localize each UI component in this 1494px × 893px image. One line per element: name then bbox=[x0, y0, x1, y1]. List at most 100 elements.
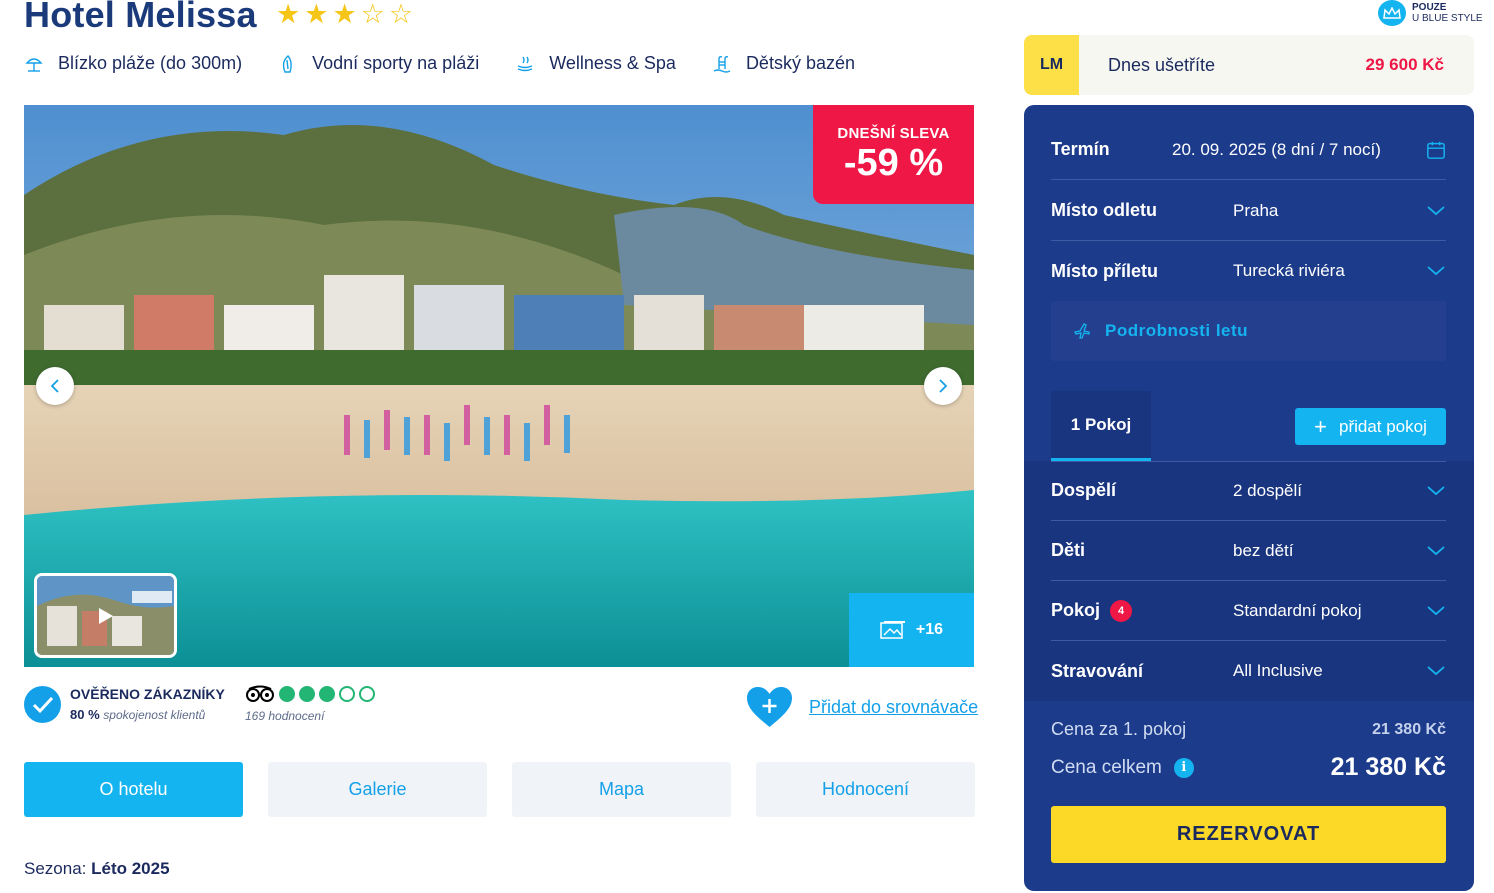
tab-gallery[interactable]: Galerie bbox=[268, 762, 487, 817]
term-row[interactable]: Termín 20. 09. 2025 (8 dní / 7 nocí) bbox=[1051, 120, 1446, 180]
crown-icon bbox=[1378, 0, 1406, 26]
price-total-label: Cena celkem bbox=[1051, 756, 1162, 778]
blue-style-badge: POUZE U BLUE STYLE bbox=[1378, 0, 1483, 26]
flight-details-button[interactable]: Podrobnosti letu bbox=[1051, 301, 1446, 361]
departure-label: Místo odletu bbox=[1051, 200, 1157, 220]
hotel-title: Hotel Melissa bbox=[24, 0, 257, 35]
price-per-room-row: Cena za 1. pokoj 21 380 Kč bbox=[1051, 719, 1446, 740]
chevron-left-icon bbox=[50, 379, 59, 393]
board-value: All Inclusive bbox=[1233, 661, 1323, 680]
chevron-down-icon bbox=[1426, 266, 1446, 276]
tab-map[interactable]: Mapa bbox=[512, 762, 731, 817]
calendar-icon[interactable] bbox=[1426, 139, 1446, 161]
flight-details-label: Podrobnosti letu bbox=[1105, 321, 1249, 340]
image-icon bbox=[880, 621, 905, 639]
gallery-next-button[interactable] bbox=[924, 367, 962, 405]
add-room-button[interactable]: + přidat pokoj bbox=[1295, 408, 1446, 445]
compare-widget[interactable]: Přidat do srovnávače bbox=[746, 686, 978, 728]
hotel-gallery[interactable]: DNEŠNÍ SLEVA -59 % +16 bbox=[24, 105, 974, 667]
feature-kids-pool: Dětský bazén bbox=[712, 53, 855, 74]
lm-label: Dnes ušetříte bbox=[1108, 54, 1216, 75]
board-select[interactable]: Stravování All Inclusive bbox=[1051, 641, 1446, 701]
feature-wellness: Wellness & Spa bbox=[515, 53, 676, 74]
info-icon[interactable]: i bbox=[1173, 757, 1194, 778]
adults-select[interactable]: Dospělí 2 dospělí bbox=[1051, 461, 1446, 521]
video-preview-image bbox=[37, 576, 174, 655]
room-label-text: Pokoj bbox=[1051, 600, 1101, 620]
tripadvisor-rating[interactable]: 169 hodnocení bbox=[245, 685, 375, 723]
board-label: Stravování bbox=[1051, 660, 1144, 681]
plane-icon bbox=[1074, 323, 1090, 339]
chevron-right-icon bbox=[939, 379, 948, 393]
more-photos-count: +16 bbox=[915, 621, 944, 638]
rating-bubble-empty-icon bbox=[339, 686, 355, 702]
room-label: Pokoj 4 bbox=[1051, 599, 1233, 622]
gallery-prev-button[interactable] bbox=[36, 367, 74, 405]
discount-badge: DNEŠNÍ SLEVA -59 % bbox=[813, 105, 974, 204]
more-photos-button[interactable]: +16 bbox=[849, 593, 974, 667]
price-total: 21 380 Kč bbox=[1330, 753, 1446, 781]
feature-label: Wellness & Spa bbox=[549, 53, 676, 73]
blue-style-line1: POUZE bbox=[1412, 2, 1447, 13]
blue-style-line2: U BLUE STYLE bbox=[1412, 13, 1483, 24]
discount-value: -59 % bbox=[843, 142, 944, 184]
pool-ladder-icon bbox=[712, 54, 732, 74]
customer-verified: OVĚŘENO ZÁKAZNÍKY 80 % spokojenost klien… bbox=[24, 686, 225, 723]
season-info: Sezona: Léto 2025 bbox=[24, 859, 170, 879]
price-total-row: Cena celkem i 21 380 Kč bbox=[1051, 753, 1446, 782]
season-value: Léto 2025 bbox=[91, 859, 170, 878]
room-type-select[interactable]: Pokoj 4 Standardní pokoj bbox=[1051, 581, 1446, 641]
feature-label: Dětský bazén bbox=[745, 53, 855, 73]
lm-badge: LM bbox=[1024, 35, 1079, 95]
chevron-down-icon bbox=[1426, 545, 1446, 556]
children-select[interactable]: Děti bez dětí bbox=[1051, 521, 1446, 581]
tab-reviews[interactable]: Hodnocení bbox=[756, 762, 975, 817]
room-value: Standardní pokoj bbox=[1233, 600, 1362, 620]
chevron-down-icon bbox=[1426, 666, 1446, 676]
chevron-down-icon bbox=[1426, 485, 1446, 496]
feature-label: Vodní sporty na pláži bbox=[312, 53, 480, 73]
heart-plus-icon[interactable] bbox=[746, 686, 793, 728]
star-empty-icon: ☆ bbox=[388, 0, 414, 29]
chevron-down-icon bbox=[1426, 205, 1446, 216]
discount-label: DNEŠNÍ SLEVA bbox=[837, 125, 950, 142]
room-count-badge: 4 bbox=[1110, 599, 1133, 622]
video-thumbnail[interactable] bbox=[34, 573, 177, 658]
hotel-tabs: O hotelu Galerie Mapa Hodnocení bbox=[24, 762, 975, 817]
reserve-button[interactable]: REZERVOVAT bbox=[1051, 806, 1446, 863]
star-full-icon: ★ bbox=[276, 0, 301, 29]
tripadvisor-owl-icon bbox=[246, 685, 274, 702]
arrival-label: Místo příletu bbox=[1051, 260, 1158, 281]
add-to-compare-link[interactable]: Přidat do srovnávače bbox=[809, 697, 978, 718]
rating-bubble-full-icon bbox=[279, 686, 295, 702]
feature-beach: Blízko pláže (do 300m) bbox=[24, 53, 242, 74]
price-per-room: 21 380 Kč bbox=[1372, 720, 1446, 738]
term-value: 20. 09. 2025 (8 dní / 7 nocí) bbox=[1172, 139, 1381, 159]
tab-room-1[interactable]: 1 Pokoj bbox=[1051, 391, 1151, 461]
hotel-stars: ★ ★ ★ ☆ ☆ bbox=[276, 0, 413, 28]
price-per-room-label: Cena za 1. pokoj bbox=[1051, 719, 1187, 739]
beach-umbrella-icon bbox=[24, 54, 44, 74]
feature-label: Blízko pláže (do 300m) bbox=[58, 53, 243, 73]
check-icon bbox=[24, 686, 61, 723]
term-label: Termín bbox=[1051, 139, 1110, 159]
adults-value: 2 dospělí bbox=[1233, 480, 1302, 500]
spa-icon bbox=[515, 54, 535, 74]
review-count: 169 hodnocení bbox=[245, 709, 325, 723]
lastminute-savings: LM Dnes ušetříte 29 600 Kč bbox=[1024, 35, 1474, 95]
satisfaction-percent: 80 % bbox=[70, 707, 100, 722]
children-label: Děti bbox=[1051, 540, 1086, 560]
departure-value: Praha bbox=[1233, 200, 1279, 220]
arrival-value: Turecká riviéra bbox=[1233, 261, 1345, 280]
lm-value: 29 600 Kč bbox=[1365, 55, 1444, 74]
satisfaction: 80 % spokojenost klientů bbox=[70, 707, 225, 722]
arrival-select[interactable]: Místo příletu Turecká riviéra bbox=[1051, 241, 1446, 301]
departure-select[interactable]: Místo odletu Praha bbox=[1051, 181, 1446, 241]
tab-about-hotel[interactable]: O hotelu bbox=[24, 762, 243, 817]
children-value: bez dětí bbox=[1233, 540, 1294, 560]
rating-bubble-empty-icon bbox=[359, 686, 375, 702]
verified-title: OVĚŘENO ZÁKAZNÍKY bbox=[70, 686, 225, 702]
surfboard-icon bbox=[278, 54, 298, 74]
plus-icon: + bbox=[1314, 413, 1327, 439]
star-empty-icon: ☆ bbox=[360, 0, 385, 29]
